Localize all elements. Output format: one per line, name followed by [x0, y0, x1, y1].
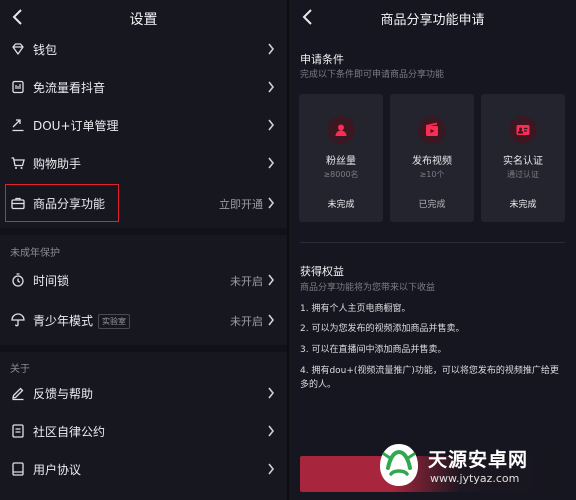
settings-item-label: 购物助手 [33, 157, 82, 171]
benefit-item: 2. 可以为您发布的视频添加商品并售卖。 [300, 324, 465, 334]
page-title: 商品分享功能申请 [380, 13, 485, 28]
id-card-icon [516, 125, 530, 135]
settings-item-label: 时间锁 [33, 274, 70, 288]
settings-item-community-rules[interactable]: 社区自律公约 [0, 412, 287, 450]
divider [300, 242, 565, 243]
chevron-right-icon [268, 119, 275, 131]
settings-item-label: 用户协议 [33, 463, 82, 477]
video-clapper-icon [425, 122, 438, 136]
settings-item-label: 社区自律公约 [33, 425, 106, 439]
condition-card-followers: 粉丝量 ≥8000名 未完成 [299, 94, 383, 222]
settings-item-user-agreement[interactable]: 用户协议 [0, 450, 287, 488]
condition-name: 发布视频 [412, 156, 452, 167]
settings-header: 设置 [0, 0, 287, 34]
benefit-item: 3. 可以在直播间中添加商品并售卖。 [300, 345, 447, 355]
condition-status: 未完成 [327, 200, 355, 210]
condition-requirement: 通过认证 [507, 170, 539, 179]
status-value: 未开启 [230, 275, 263, 288]
settings-item-label: 青少年模式 实验室 [33, 312, 131, 329]
settings-item-dou-orders[interactable]: DOU+订单管理 [0, 106, 287, 144]
benefits-heading: 获得权益 [300, 265, 344, 278]
section-divider [0, 228, 287, 235]
chevron-right-icon [268, 387, 275, 399]
chevron-right-icon [268, 157, 275, 169]
conditions-heading: 申请条件 [300, 53, 344, 66]
real-name-badge [509, 116, 537, 144]
condition-card-videos: 发布视频 ≥10个 已完成 [390, 94, 474, 222]
watermark-url: www.jytyaz.com [430, 472, 520, 485]
condition-name: 实名认证 [503, 156, 543, 167]
page-title: 设置 [129, 12, 158, 28]
settings-item-shopping-assistant[interactable]: 购物助手 [0, 144, 287, 182]
condition-card-real-name: 实名认证 通过认证 未完成 [481, 94, 565, 222]
pencil-icon [12, 387, 24, 401]
settings-item-label: DOU+订单管理 [33, 119, 119, 133]
section-divider [0, 345, 287, 352]
condition-status: 未完成 [509, 200, 537, 210]
lab-badge: 实验室 [98, 314, 131, 329]
benefit-item: 1. 拥有个人主页电商橱窗。 [300, 304, 411, 314]
chevron-right-icon [268, 81, 275, 93]
section-title-about: 关于 [10, 364, 30, 375]
chevron-right-icon [268, 314, 275, 326]
trend-up-icon [12, 119, 24, 132]
chevron-right-icon [268, 463, 275, 475]
highlight-box [5, 184, 119, 222]
videos-badge [418, 116, 446, 144]
umbrella-icon [11, 313, 25, 327]
settings-panel: 设置 钱包 免流量看抖音 DOU+订单管理 购物助手 商品分享功能 立即开通 未… [0, 0, 287, 500]
data-card-icon [12, 80, 24, 94]
settings-item-label: 钱包 [33, 43, 58, 57]
book-icon [12, 462, 24, 476]
chevron-right-icon [268, 43, 275, 55]
shopping-cart-icon [11, 157, 25, 169]
condition-requirement: ≥8000名 [323, 170, 359, 179]
chevron-right-icon [268, 197, 275, 209]
conditions-subtitle: 完成以下条件即可申请商品分享功能 [300, 70, 445, 80]
condition-name: 粉丝量 [326, 156, 356, 167]
watermark-name: 天源安卓网 [428, 449, 529, 471]
settings-item-time-lock[interactable]: 时间锁 未开启 [0, 261, 287, 299]
chevron-right-icon [268, 425, 275, 437]
watermark: 天源安卓网 www.jytyaz.com [368, 436, 576, 500]
condition-requirement: ≥10个 [419, 170, 445, 179]
followers-icon [335, 124, 347, 136]
section-title-minor-protection: 未成年保护 [10, 248, 60, 259]
settings-item-free-data[interactable]: 免流量看抖音 [0, 68, 287, 106]
settings-item-label: 反馈与帮助 [33, 387, 94, 401]
document-icon [12, 424, 24, 438]
followers-badge [327, 116, 355, 144]
settings-item-wallet[interactable]: 钱包 [0, 30, 287, 68]
settings-item-feedback[interactable]: 反馈与帮助 [0, 374, 287, 412]
settings-item-label: 免流量看抖音 [33, 81, 106, 95]
condition-status: 已完成 [418, 200, 446, 210]
open-now-link[interactable]: 立即开通 [219, 196, 263, 212]
product-share-apply-panel: 商品分享功能申请 申请条件 完成以下条件即可申请商品分享功能 粉丝量 ≥8000… [289, 0, 576, 500]
benefit-item: 4. 拥有dou+(视频流量推广)功能，可以将您发布的视频推广给更多的人。 [300, 366, 559, 390]
settings-item-teen-mode[interactable]: 青少年模式 实验室 未开启 [0, 301, 287, 339]
status-value: 未开启 [230, 315, 263, 328]
diamond-icon [12, 43, 24, 55]
chevron-right-icon [268, 274, 275, 286]
benefits-subtitle: 商品分享功能将为您带来以下收益 [300, 283, 436, 293]
timer-lock-icon [12, 273, 24, 287]
watermark-logo-icon [380, 444, 418, 486]
